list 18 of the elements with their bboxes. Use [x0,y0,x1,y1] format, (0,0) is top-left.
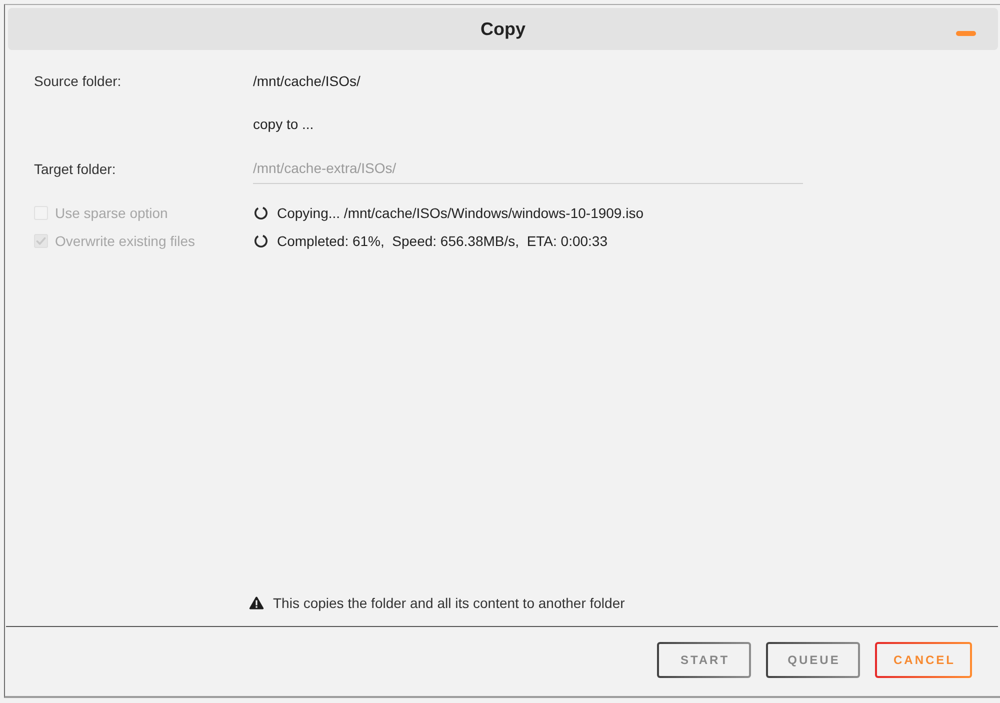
field-label: Target folder: [34,160,116,176]
minimize-icon [956,30,976,36]
cancel-button[interactable]: CANCEL [875,642,972,678]
spinner-icon [254,234,268,248]
action-button[interactable]: QUEUE [766,642,860,678]
checkbox-label: Use sparse option [55,205,168,221]
field-label: Source folder: [34,73,122,89]
progress-text: Copying... /mnt/cache/ISOs/Windows/windows-10-1909.iso [277,205,644,221]
copy-to-text: copy to ... [253,116,314,132]
action-button[interactable]: START [657,642,751,678]
spinner-icon [254,206,268,220]
minimize-button[interactable] [956,30,976,36]
warning-icon [249,596,264,610]
progress-text: Completed: 61%, Speed: 656.38MB/s, ETA: 0:00:33 [277,233,608,249]
window-title: Copy [480,18,526,40]
folder-path: /mnt/cache/ISOs/ [253,73,360,89]
checkbox-label: Overwrite existing files [55,233,196,249]
info-note: This copies the folder and all its content to another folder [273,595,625,611]
